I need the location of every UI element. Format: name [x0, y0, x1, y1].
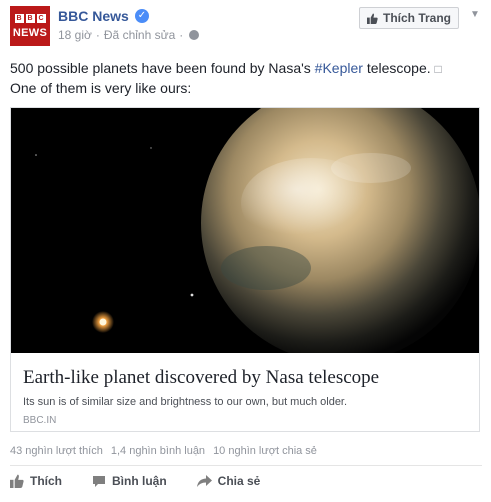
post-text-part-1: 500 possible planets have been found by … [10, 60, 315, 76]
card-info[interactable]: Earth-like planet discovered by Nasa tel… [11, 353, 479, 431]
share-icon [196, 474, 212, 487]
share-button[interactable]: Chia sẻ [196, 474, 261, 488]
comment-label: Bình luận [112, 474, 167, 488]
bbc-news-avatar[interactable]: B B C NEWS [10, 6, 50, 46]
avatar-news-word: NEWS [12, 27, 48, 39]
share-label: Chia sẻ [217, 474, 261, 488]
avatar-letter-1: B [14, 14, 24, 23]
link-preview-card[interactable]: Earth-like planet discovered by Nasa tel… [10, 107, 480, 432]
like-page-label: Thích Trang [382, 11, 451, 25]
meta-separator-2: · [179, 28, 184, 42]
meta-separator-1: · [95, 28, 100, 42]
post-meta: 18 giờ · Đã chỉnh sửa · [58, 28, 200, 42]
kepler-planet-image[interactable] [11, 108, 479, 353]
like-button[interactable]: Thích [10, 474, 62, 488]
globe-icon [189, 30, 200, 40]
chevron-down-icon[interactable]: ▼ [468, 8, 482, 22]
likes-count[interactable]: 43 nghìn lượt thích [10, 445, 103, 457]
post-message: 500 possible planets have been found by … [10, 59, 480, 98]
card-title[interactable]: Earth-like planet discovered by Nasa tel… [23, 367, 379, 389]
actions-divider [10, 465, 482, 466]
edited-label[interactable]: Đã chỉnh sửa [104, 28, 175, 42]
text-glyph: □ [434, 62, 442, 76]
card-domain: BBC.IN [23, 415, 57, 426]
avatar-letter-3: C [36, 14, 46, 23]
facebook-post: B B C NEWS BBC News ✓ 18 giờ · Đã chỉnh … [0, 0, 491, 502]
shares-count[interactable]: 10 nghìn lượt chia sẻ [213, 445, 317, 457]
post-text-line-2: One of them is very like ours: [10, 80, 192, 96]
like-page-button[interactable]: Thích Trang [359, 7, 459, 29]
post-text-part-2: telescope. [362, 60, 431, 76]
card-description: Its sun is of similar size and brightnes… [23, 396, 348, 408]
comment-icon [93, 475, 105, 487]
thumbs-up-icon [366, 12, 378, 24]
comment-button[interactable]: Bình luận [92, 474, 167, 488]
verified-badge-icon: ✓ [135, 9, 149, 23]
post-stats: 43 nghìn lượt thích 1,4 nghìn bình luận … [10, 445, 317, 457]
comments-count[interactable]: 1,4 nghìn bình luận [111, 445, 205, 457]
post-actions: Thích Bình luận Chia sẻ [10, 474, 260, 488]
page-name-link[interactable]: BBC News [58, 8, 129, 24]
like-label: Thích [30, 474, 62, 488]
post-time[interactable]: 18 giờ [58, 28, 92, 42]
bbc-logo: B B C [10, 14, 50, 23]
kepler-hashtag-link[interactable]: #Kepler [315, 60, 363, 76]
thumbs-up-icon [10, 474, 24, 488]
avatar-letter-2: B [25, 14, 35, 23]
